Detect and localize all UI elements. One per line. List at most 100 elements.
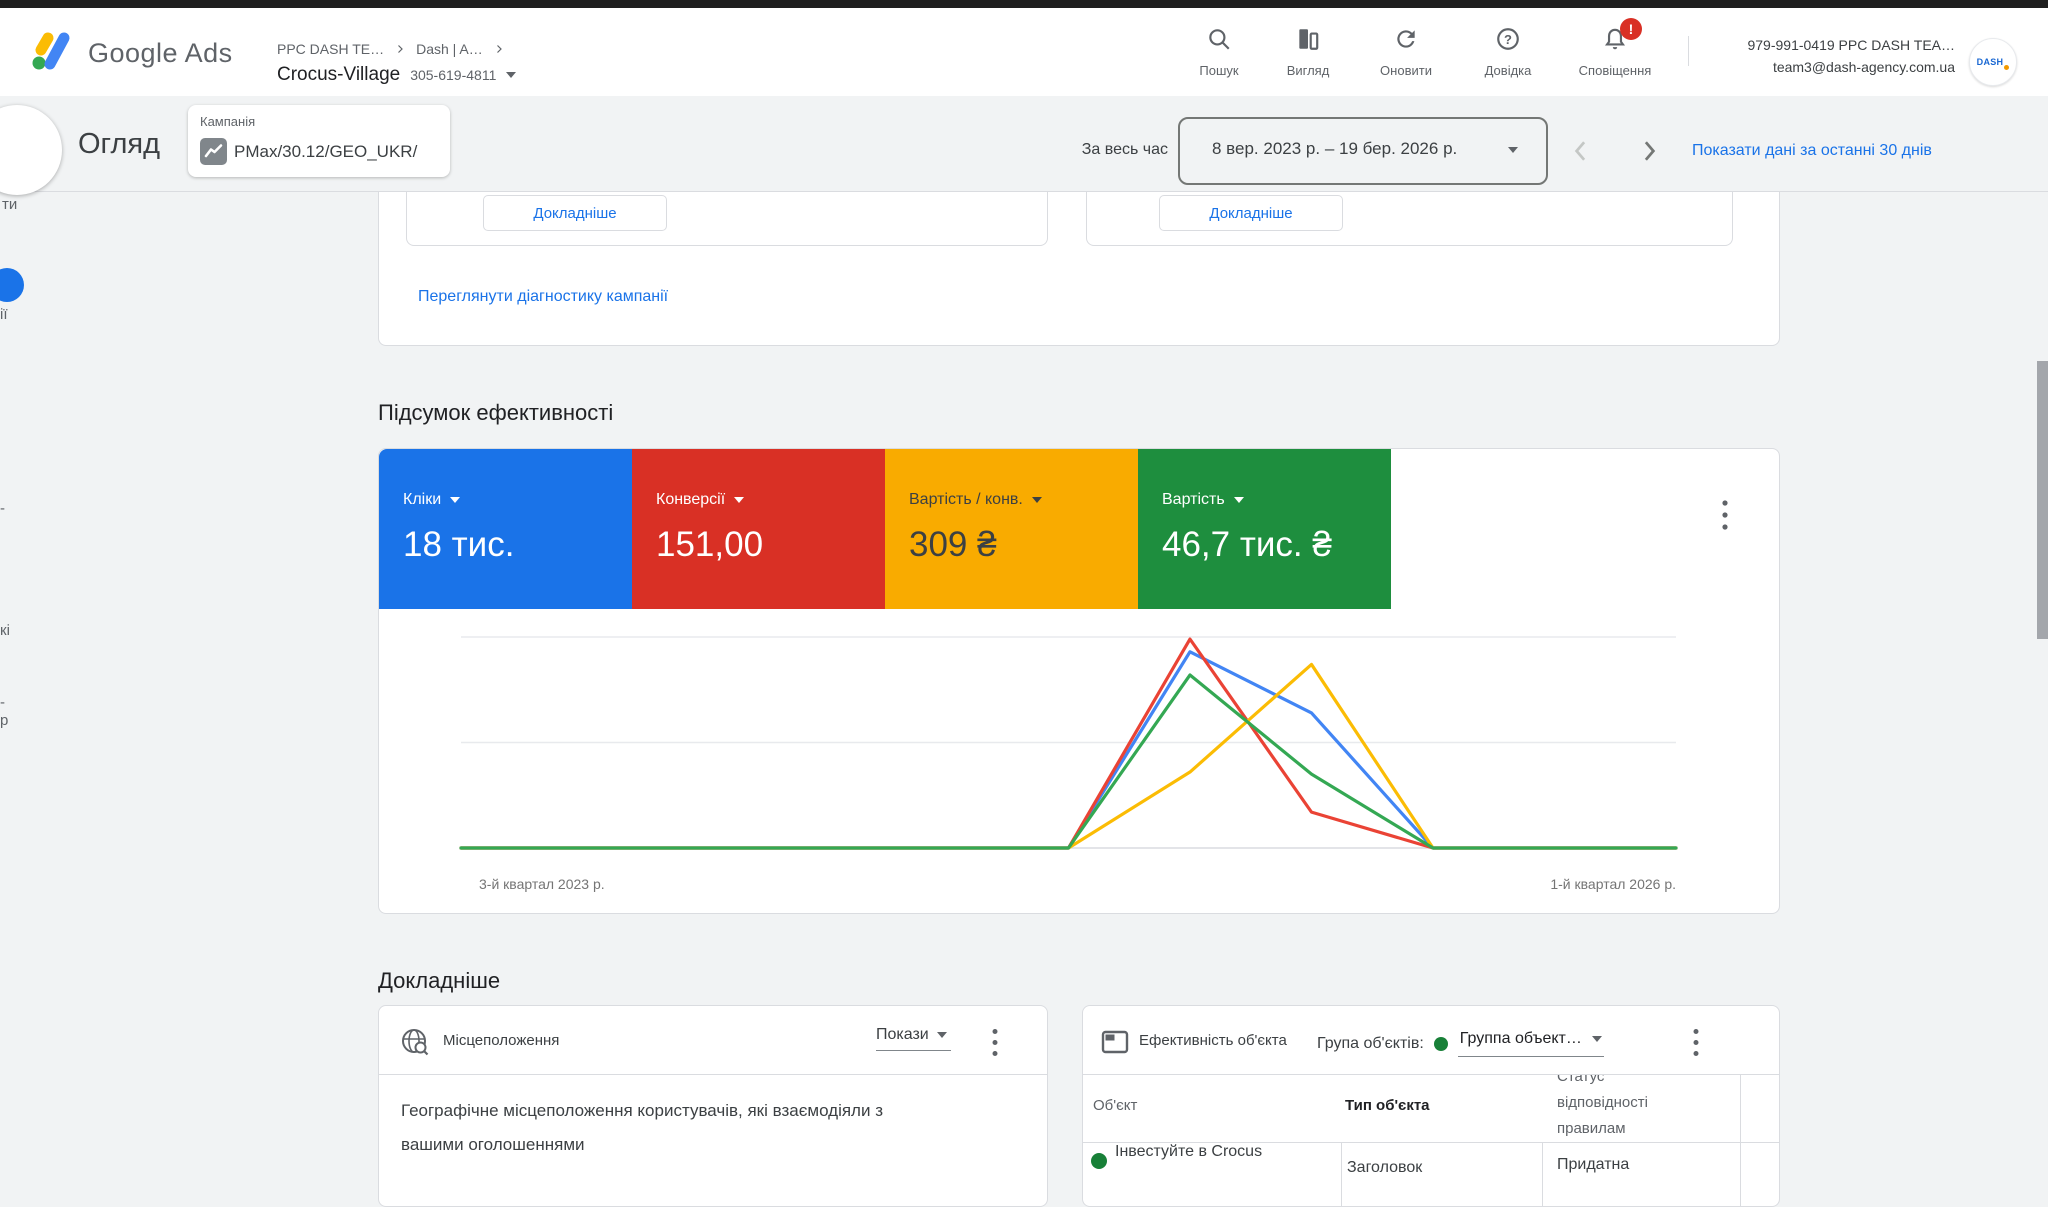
chevron-right-icon bbox=[398, 45, 403, 53]
date-next-button[interactable] bbox=[1634, 136, 1664, 166]
performance-card: Кліки 18 тис. Конверсії 151,00 Вартість … bbox=[378, 448, 1780, 914]
campaign-icon bbox=[200, 138, 227, 165]
sidebar-item-fragment[interactable]: - bbox=[0, 694, 5, 711]
diagnostics-card: Докладніше Докладніше Переглянути діагно… bbox=[378, 192, 1780, 346]
chevron-down-icon bbox=[1591, 1036, 1602, 1042]
details-section-title: Докладніше bbox=[378, 968, 501, 993]
account-id: 305-619-4811 bbox=[410, 67, 497, 83]
metric-tile-cost-per-conversion[interactable]: Вартість / конв. 309 ₴ bbox=[885, 449, 1138, 609]
table-cell-type[interactable]: Заголовок bbox=[1347, 1159, 1422, 1177]
locations-card: Місцеположення Покази Географічне місцеп… bbox=[378, 1005, 1048, 1207]
campaign-name: PMax/30.12/GEO_UKR/ bbox=[234, 142, 418, 161]
appearance-icon bbox=[1299, 29, 1319, 50]
account-id-line: 979-991-0419 PPC DASH TEA… bbox=[1747, 37, 1955, 53]
card-header-divider bbox=[1083, 1074, 1779, 1075]
page-title: Огляд bbox=[78, 128, 161, 160]
date-prev-button[interactable] bbox=[1566, 136, 1596, 166]
card-header-divider bbox=[379, 1074, 1047, 1075]
sidebar-item-fragment[interactable]: кі bbox=[0, 622, 10, 639]
metric-value: 151,00 bbox=[656, 525, 764, 564]
asset-group-value: Группа объект… bbox=[1459, 1030, 1582, 1047]
metric-dropdown[interactable]: Покази bbox=[876, 1026, 951, 1051]
avatar-logo-text: DASH bbox=[1976, 57, 2004, 67]
refresh-icon bbox=[1397, 30, 1415, 48]
avatar-orange-dot bbox=[2004, 64, 2010, 70]
metric-value: 18 тис. bbox=[403, 525, 515, 564]
browser-top-edge bbox=[0, 0, 2048, 8]
chevron-right-icon bbox=[496, 45, 502, 53]
chevron-down-icon bbox=[734, 497, 745, 503]
view-campaign-diagnostics-link[interactable]: Переглянути діагностику кампанії bbox=[418, 288, 668, 306]
column-divider bbox=[1740, 1075, 1741, 1206]
learn-more-button[interactable]: Докладніше bbox=[1159, 195, 1343, 231]
performance-line-chart bbox=[459, 636, 1678, 850]
notification-badge: ! bbox=[1620, 18, 1642, 40]
metric-name: Конверсії bbox=[656, 491, 726, 508]
column-header-status[interactable]: Статус відповідності правилам bbox=[1557, 1064, 1648, 1142]
sidebar-item-fragment[interactable]: ти bbox=[2, 196, 17, 213]
help-icon: ? bbox=[1497, 28, 1519, 50]
metric-name: Вартість / конв. bbox=[909, 491, 1023, 508]
breadcrumb-root[interactable]: PPC DASH TE… bbox=[277, 41, 384, 57]
card-title: Ефективність об'єкта bbox=[1139, 1032, 1287, 1049]
metric-tile-conversions[interactable]: Конверсії 151,00 bbox=[632, 449, 885, 609]
chevron-down-icon bbox=[506, 72, 517, 78]
chevron-down-icon bbox=[450, 497, 461, 503]
product-name: Google Ads bbox=[88, 38, 233, 68]
account-info[interactable]: 979-991-0419 PPC DASH TEA… team3@dash-ag… bbox=[1700, 34, 1955, 78]
search-icon bbox=[1209, 29, 1230, 50]
asset-group-dropdown[interactable]: Группа объект… bbox=[1457, 1030, 1604, 1057]
asset-icon bbox=[1101, 1030, 1129, 1054]
google-ads-logo-icon[interactable] bbox=[30, 30, 74, 72]
breadcrumb-parent[interactable]: Dash | A… bbox=[416, 41, 483, 57]
campaign-scope-chip[interactable]: Кампанія PMax/30.12/GEO_UKR/ bbox=[188, 105, 450, 177]
asset-group-selector: Група об'єктів: Группа объект… bbox=[1317, 1030, 1604, 1057]
appearance-label: Вигляд bbox=[1286, 63, 1330, 78]
search-label: Пошук bbox=[1199, 63, 1239, 78]
metric-value: 46,7 тис. ₴ bbox=[1162, 525, 1332, 564]
status-dot-icon bbox=[1433, 1036, 1448, 1051]
show-last-30-days-link[interactable]: Показати дані за останні 30 днів bbox=[1692, 142, 1932, 160]
column-header-asset[interactable]: Об'єкт bbox=[1093, 1097, 1137, 1114]
metric-tile-cost[interactable]: Вартість 46,7 тис. ₴ bbox=[1138, 449, 1391, 609]
avatar[interactable]: DASH bbox=[1969, 38, 2017, 86]
notifications-label: Сповіщення bbox=[1578, 63, 1652, 78]
svg-text:?: ? bbox=[1504, 32, 1512, 47]
card-menu-button[interactable] bbox=[1722, 499, 1728, 533]
x-axis-end-label: 1-й квартал 2026 р. bbox=[1550, 876, 1676, 892]
chevron-down-icon bbox=[936, 1032, 947, 1038]
account-switcher[interactable]: Crocus-Village 305-619-4811 bbox=[277, 64, 517, 86]
sidebar-item-fragment[interactable]: р bbox=[0, 712, 8, 729]
date-range-picker[interactable]: 8 вер. 2023 р. – 19 бер. 2026 р. bbox=[1178, 117, 1548, 185]
refresh-button[interactable]: Оновити bbox=[1358, 26, 1454, 78]
metric-tile-clicks[interactable]: Кліки 18 тис. bbox=[379, 449, 632, 609]
asset-performance-card: Об'єкт Тип об'єкта Статус відповідності … bbox=[1082, 1005, 1780, 1207]
sidebar-item-fragment[interactable]: - bbox=[0, 500, 5, 517]
chevron-down-icon bbox=[1233, 497, 1244, 503]
table-cell-status[interactable]: Придатна bbox=[1557, 1156, 1629, 1174]
globe-search-icon bbox=[402, 1029, 429, 1056]
card-menu-button[interactable] bbox=[992, 1028, 998, 1058]
search-button[interactable]: Пошук bbox=[1171, 26, 1267, 78]
performance-section-title: Підсумок ефективності bbox=[378, 400, 614, 425]
card-header: Місцеположення Покази bbox=[379, 1006, 1047, 1074]
scope-type-label: Кампанія bbox=[200, 114, 256, 129]
metric-value: 309 ₴ bbox=[909, 525, 997, 564]
vertical-scrollbar[interactable] bbox=[2037, 361, 2048, 639]
sidebar-item-fragment[interactable]: ії bbox=[0, 306, 8, 323]
account-email: team3@dash-agency.com.ua bbox=[1772, 59, 1955, 75]
metric-name: Кліки bbox=[403, 491, 442, 508]
breadcrumb: PPC DASH TE… Dash | A… bbox=[277, 41, 505, 57]
card-description: Географічне місцеположення користувачів,… bbox=[401, 1101, 883, 1154]
card-menu-button[interactable] bbox=[1693, 1028, 1699, 1058]
column-header-type[interactable]: Тип об'єкта bbox=[1345, 1097, 1430, 1114]
metric-dropdown-value: Покази bbox=[876, 1026, 929, 1043]
help-button[interactable]: ? Довідка bbox=[1460, 26, 1556, 78]
sidebar-selected-item-icon[interactable] bbox=[0, 268, 24, 302]
card-title: Місцеположення bbox=[443, 1032, 560, 1049]
notifications-button[interactable]: ! Сповіщення bbox=[1567, 18, 1663, 78]
learn-more-button[interactable]: Докладніше bbox=[483, 195, 667, 231]
table-cell-asset[interactable]: Інвестуйте в Crocus bbox=[1115, 1143, 1262, 1161]
date-range-value: 8 вер. 2023 р. – 19 бер. 2026 р. bbox=[1212, 139, 1458, 158]
appearance-button[interactable]: Вигляд bbox=[1260, 26, 1356, 78]
